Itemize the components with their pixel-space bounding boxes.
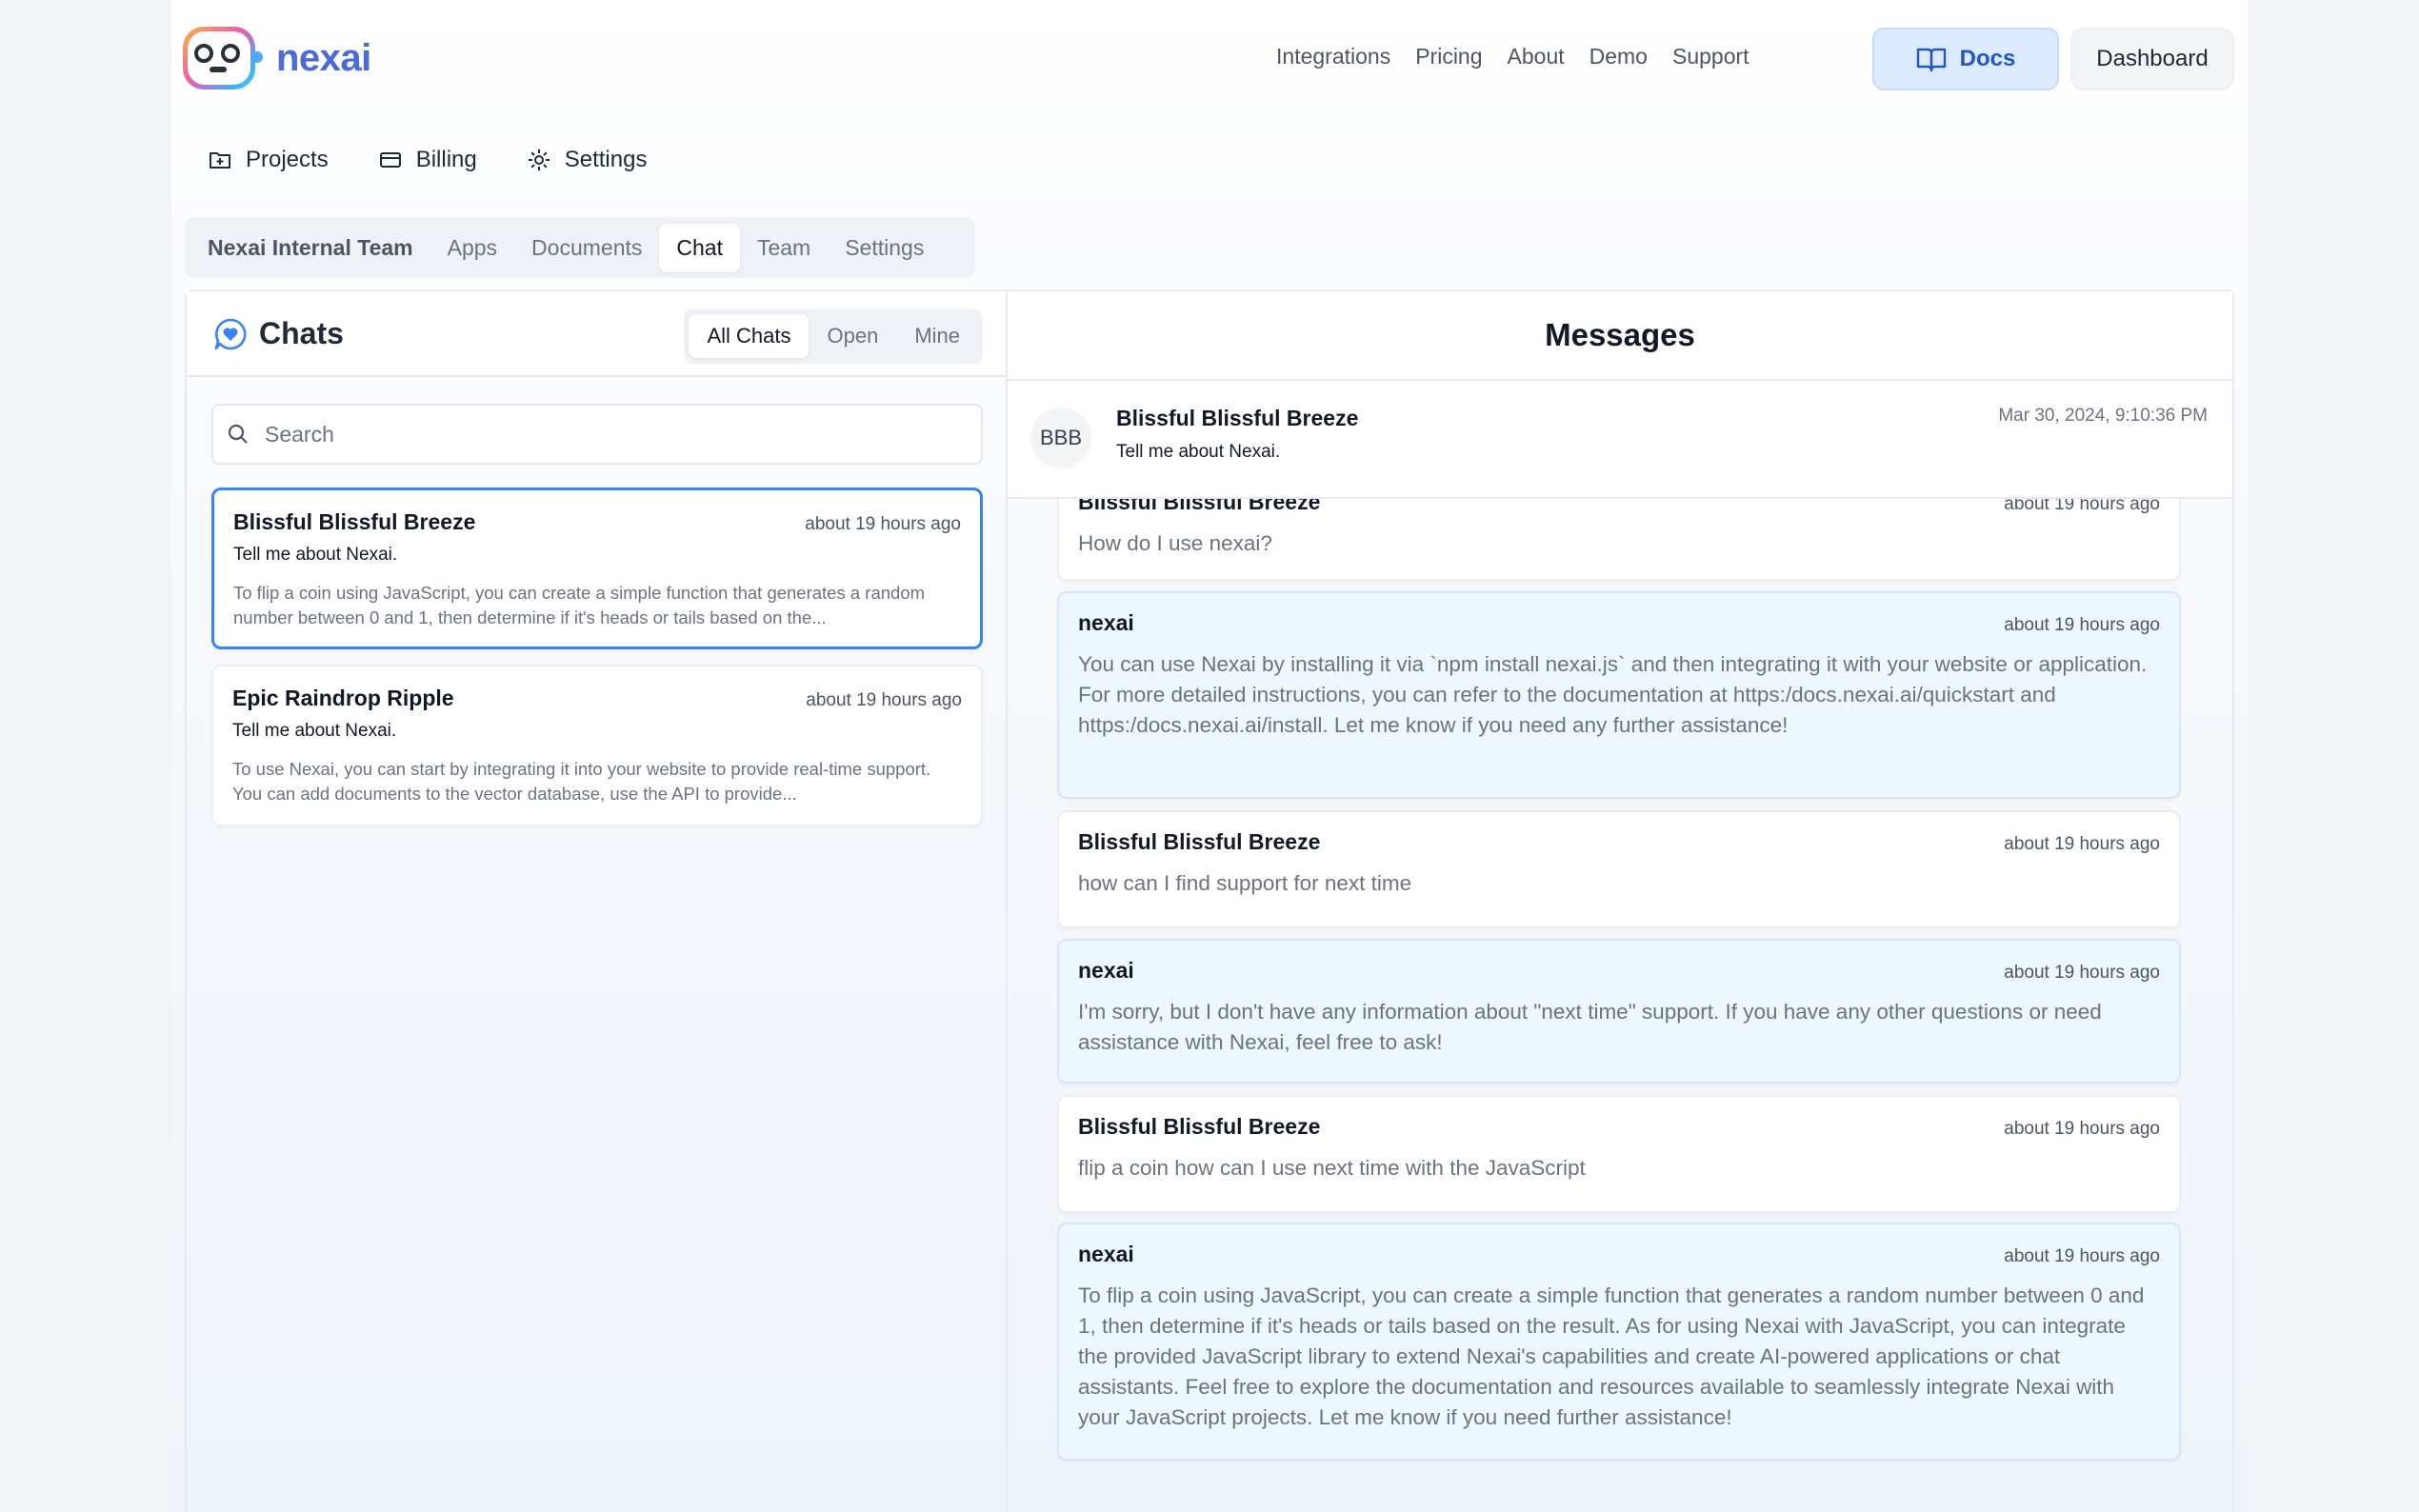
message-time: about 19 hours ago: [2004, 615, 2160, 635]
billing-link[interactable]: Billing: [378, 147, 477, 173]
settings-link[interactable]: Settings: [527, 147, 648, 173]
chat-item-time: about 19 hours ago: [805, 514, 961, 534]
logo[interactable]: nexai: [183, 27, 371, 90]
docs-button[interactable]: Docs: [1872, 28, 2059, 90]
message-time: about 19 hours ago: [2004, 1246, 2160, 1266]
chat-item-name: Blissful Blissful Breeze: [233, 509, 476, 534]
tab-documents[interactable]: Documents: [514, 224, 659, 272]
message-author: Blissful Blissful Breeze: [1078, 829, 1321, 854]
thread-timestamp: Mar 30, 2024, 9:10:36 PM: [1998, 406, 2208, 426]
message-time: about 19 hours ago: [2004, 1119, 2160, 1139]
chats-title-text: Chats: [259, 316, 344, 350]
docs-label: Docs: [1959, 46, 2016, 71]
tab-chat[interactable]: Chat: [659, 223, 740, 272]
message-author: Blissful Blissful Breeze: [1078, 499, 1321, 514]
tab-settings[interactable]: Settings: [828, 224, 941, 272]
message-list[interactable]: Blissful Blissful Breeze about 19 hours …: [1057, 499, 2181, 1512]
avatar: BBB: [1030, 408, 1091, 468]
chat-list-item[interactable]: Blissful Blissful Breeze about 19 hours …: [211, 487, 983, 649]
chat-item-preview: To use Nexai, you can start by integrati…: [232, 759, 931, 804]
credit-card-icon: [379, 152, 401, 168]
thread-name: Blissful Blissful Breeze: [1116, 406, 1359, 430]
nav-demo[interactable]: Demo: [1589, 44, 1648, 70]
message-user: Blissful Blissful Breeze about 19 hours …: [1057, 1095, 2181, 1213]
message-time: about 19 hours ago: [2004, 499, 2160, 514]
message-user: Blissful Blissful Breeze about 19 hours …: [1057, 810, 2181, 928]
projects-label: Projects: [246, 147, 329, 172]
filter-mine[interactable]: Mine: [896, 314, 978, 358]
search-icon: [228, 424, 248, 444]
messages-title: Messages: [1008, 291, 2232, 381]
top-nav: Integrations Pricing About Demo Support: [1276, 44, 1749, 70]
settings-label: Settings: [564, 147, 648, 172]
chat-list-item[interactable]: Epic Raindrop Ripple about 19 hours ago …: [211, 665, 983, 826]
message-bot: nexai about 19 hours ago I'm sorry, but …: [1057, 939, 2181, 1084]
message-author: nexai: [1078, 958, 1134, 983]
message-author: nexai: [1078, 610, 1134, 635]
message-time: about 19 hours ago: [2004, 963, 2160, 983]
page: nexai Integrations Pricing About Demo Su…: [171, 0, 2248, 1512]
team-tabs: Nexai Internal Team Apps Documents Chat …: [185, 217, 975, 278]
message-author: nexai: [1078, 1242, 1134, 1266]
chat-item-subtitle: Tell me about Nexai.: [232, 721, 397, 741]
book-open-icon: [1916, 48, 1946, 72]
thread-header: BBB Blissful Blissful Breeze Tell me abo…: [1008, 381, 2232, 499]
sub-nav: Projects Billing Settings: [208, 147, 647, 173]
chats-header: Chats All Chats Open Mine: [187, 291, 1006, 377]
message-time: about 19 hours ago: [2004, 834, 2160, 854]
chat-filter-segmented: All Chats Open Mine: [684, 308, 983, 364]
logo-mark-icon: [183, 27, 263, 90]
message-text: How do I use nexai?: [1078, 531, 1272, 555]
nav-about[interactable]: About: [1508, 44, 1565, 70]
chat-panel: Chats All Chats Open Mine Blissful Bliss…: [185, 289, 2234, 1512]
chat-item-preview: To flip a coin using JavaScript, you can…: [233, 583, 926, 627]
message-text: You can use Nexai by installing it via `…: [1078, 652, 2148, 737]
message-text: I'm sorry, but I don't have any informat…: [1078, 1000, 2102, 1054]
message-text: how can I find support for next time: [1078, 871, 1412, 895]
search-input[interactable]: [265, 421, 950, 448]
message-user: Blissful Blissful Breeze about 19 hours …: [1057, 499, 2181, 581]
thread-subtitle: Tell me about Nexai.: [1116, 442, 1281, 462]
message-bot: nexai about 19 hours ago You can use Nex…: [1057, 591, 2181, 799]
chats-sidebar: Chats All Chats Open Mine Blissful Bliss…: [187, 291, 1008, 1512]
brand-name: nexai: [276, 36, 371, 79]
projects-link[interactable]: Projects: [208, 147, 329, 173]
nav-pricing[interactable]: Pricing: [1415, 44, 1482, 70]
chat-item-name: Epic Raindrop Ripple: [232, 686, 454, 710]
gear-icon: [528, 149, 550, 170]
nav-support[interactable]: Support: [1672, 44, 1749, 70]
tab-team[interactable]: Team: [740, 224, 828, 272]
message-text: To flip a coin using JavaScript, you can…: [1078, 1283, 2145, 1429]
chats-title: Chats: [213, 316, 344, 351]
chat-item-subtitle: Tell me about Nexai.: [233, 545, 398, 565]
billing-label: Billing: [415, 147, 477, 172]
nav-integrations[interactable]: Integrations: [1276, 44, 1390, 70]
message-author: Blissful Blissful Breeze: [1078, 1114, 1321, 1139]
messages-pane: Messages BBB Blissful Blissful Breeze Te…: [1008, 291, 2232, 1512]
message-text: flip a coin how can I use next time with…: [1078, 1156, 1586, 1180]
chat-heart-icon: [214, 318, 247, 349]
search-box: [211, 404, 983, 465]
dashboard-button[interactable]: Dashboard: [2070, 28, 2234, 90]
chat-item-time: about 19 hours ago: [806, 690, 962, 710]
folder-plus-icon: [210, 152, 230, 169]
tab-team-name[interactable]: Nexai Internal Team: [190, 224, 430, 272]
tab-apps[interactable]: Apps: [430, 224, 514, 272]
filter-all-chats[interactable]: All Chats: [689, 314, 810, 358]
message-bot: nexai about 19 hours ago To flip a coin …: [1057, 1223, 2181, 1461]
filter-open[interactable]: Open: [809, 314, 896, 358]
